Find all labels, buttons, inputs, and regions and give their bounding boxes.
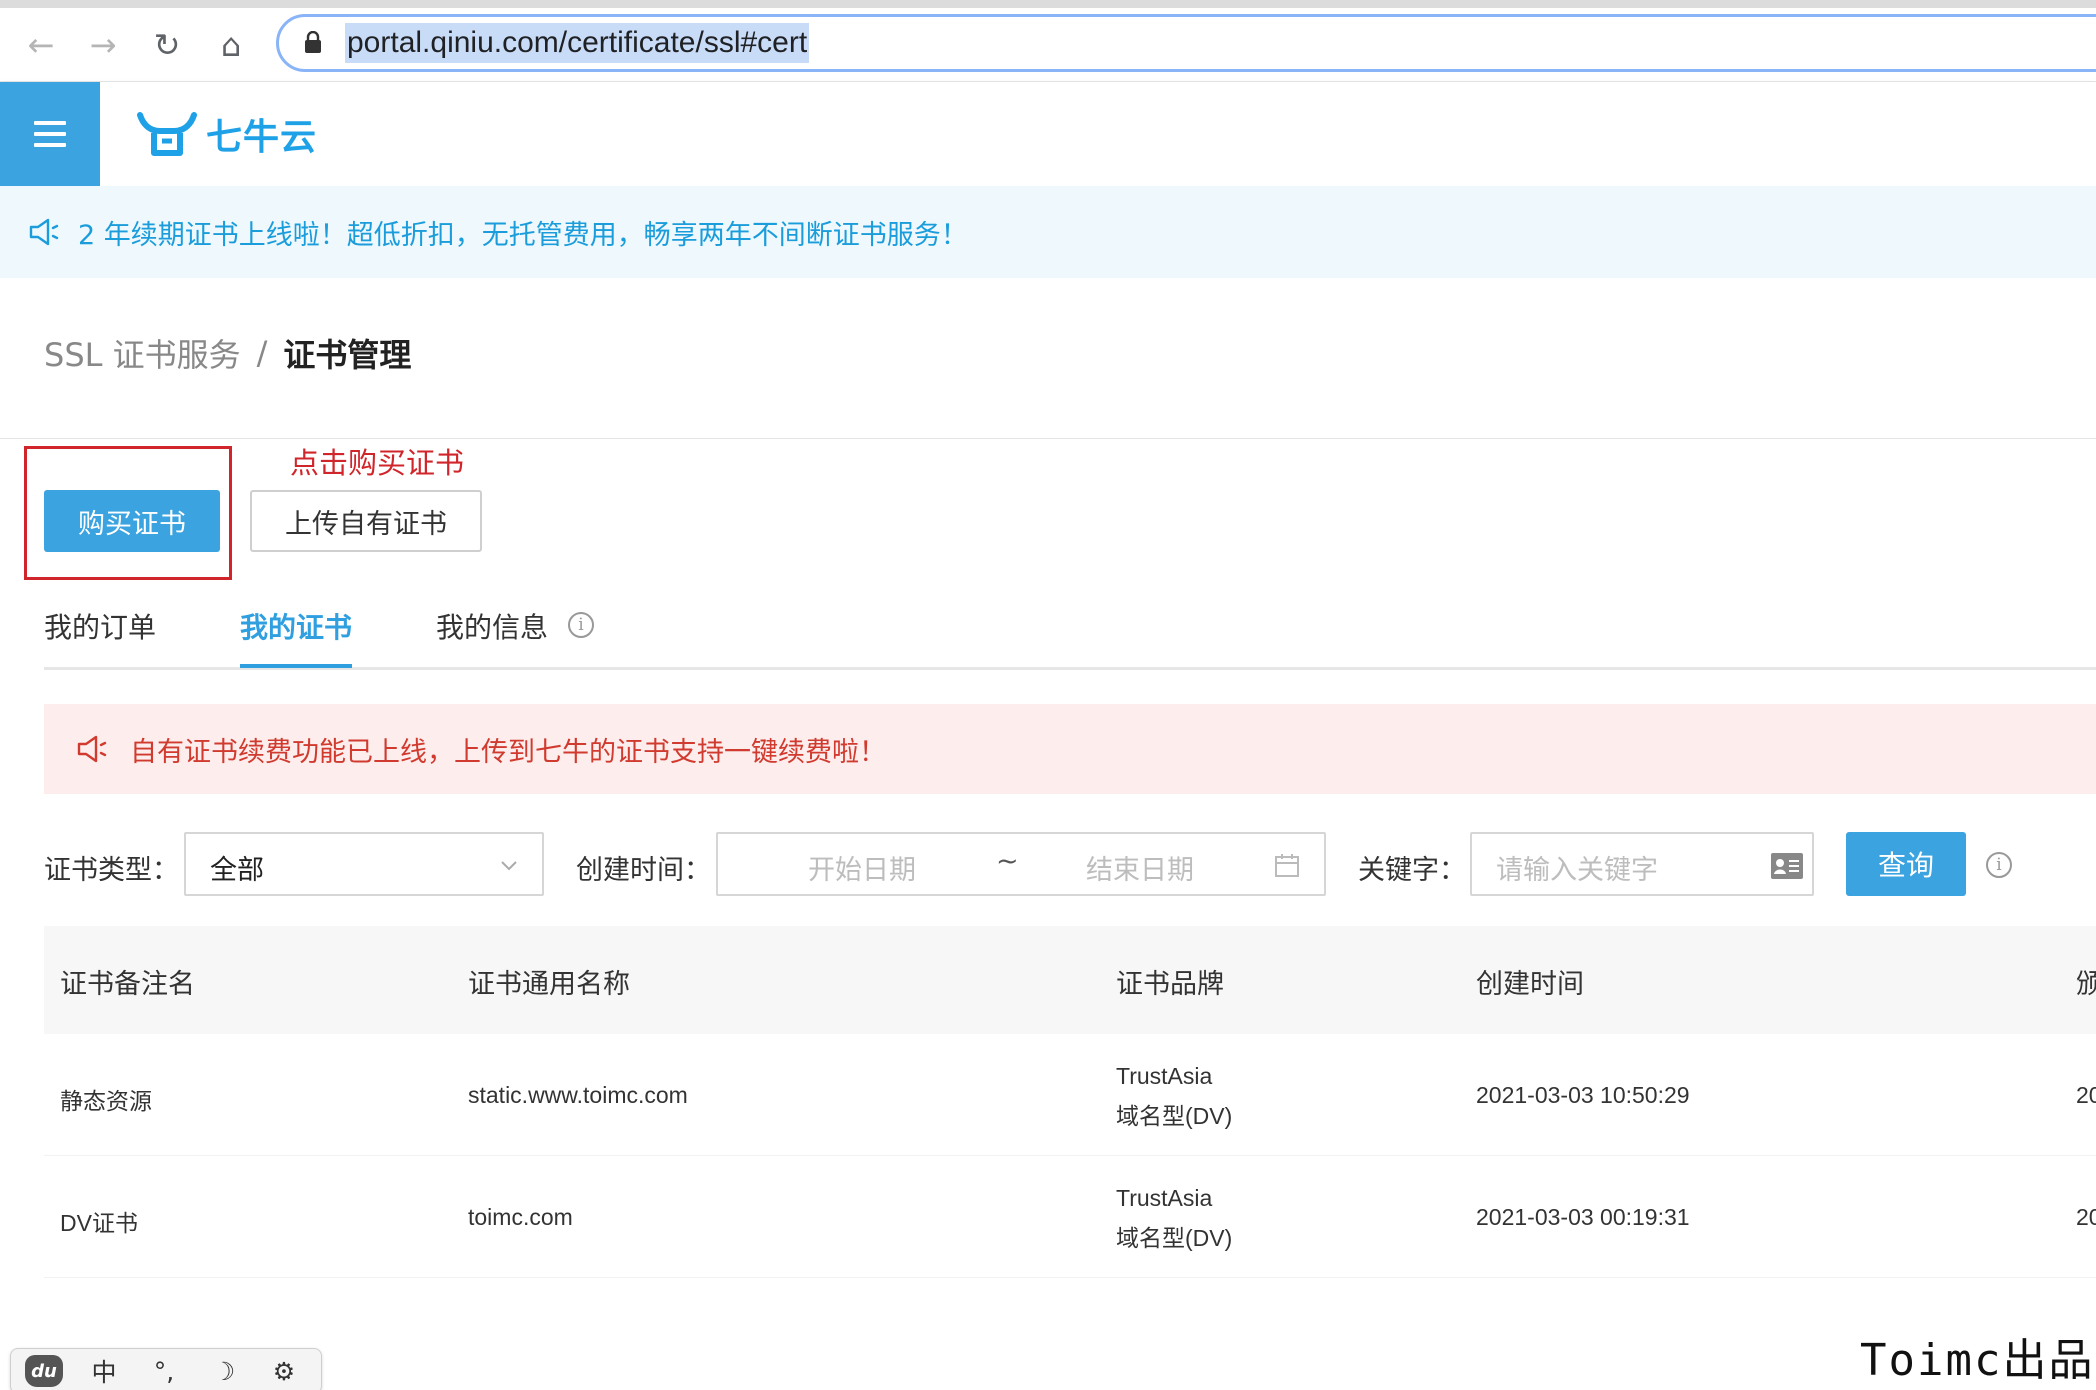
app-header: 七牛云: [0, 82, 2096, 186]
baidu-ime-logo-icon[interactable]: du: [25, 1355, 63, 1387]
select-value: 全部: [210, 855, 264, 886]
home-icon[interactable]: ⌂: [212, 26, 250, 64]
query-info-icon[interactable]: i: [1986, 852, 2012, 878]
buy-certificate-button[interactable]: 购买证书: [44, 490, 220, 552]
menu-line: [34, 132, 66, 136]
table-header: 证书备注名 证书通用名称 证书品牌 创建时间 颁: [44, 926, 2096, 1034]
cell-issued-time: 20: [2076, 1204, 2096, 1230]
column-header-issued: 颁: [2076, 969, 2096, 1000]
ime-chinese-mode-button[interactable]: 中: [85, 1353, 123, 1389]
breadcrumb: SSL 证书服务 / 证书管理: [44, 330, 411, 376]
upload-certificate-button[interactable]: 上传自有证书: [250, 490, 482, 552]
keyword-placeholder: 请输入关键字: [1496, 855, 1658, 886]
end-date-input[interactable]: 结束日期: [1086, 848, 1194, 887]
cell-brand-type: 域名型(DV): [1116, 1225, 1233, 1251]
back-icon[interactable]: ←: [22, 26, 60, 64]
logo-text: 七牛云: [206, 117, 318, 158]
menu-line: [34, 143, 66, 147]
alert-text: 自有证书续费功能已上线，上传到七牛的证书支持一键续费啦！: [130, 736, 886, 768]
column-header-created: 创建时间: [1476, 969, 1584, 1000]
column-header-common-name: 证书通用名称: [468, 969, 630, 1000]
table-row[interactable]: DV证书 toimc.com TrustAsia 域名型(DV) 2021-03…: [44, 1156, 2096, 1278]
breadcrumb-separator: /: [256, 334, 268, 372]
qiniu-logo[interactable]: 七牛云: [136, 106, 317, 162]
column-header-brand: 证书品牌: [1116, 969, 1224, 1000]
query-button[interactable]: 查询: [1846, 832, 1966, 896]
cell-issued-time: 20: [2076, 1082, 2096, 1108]
cell-brand: TrustAsia 域名型(DV): [1116, 1178, 1232, 1258]
ime-moon-icon[interactable]: ☽: [205, 1357, 243, 1386]
ime-gear-icon[interactable]: ⚙: [265, 1357, 303, 1386]
cell-brand-name: TrustAsia: [1116, 1063, 1213, 1089]
cell-brand: TrustAsia 域名型(DV): [1116, 1056, 1232, 1136]
type-filter-label: 证书类型：: [44, 855, 179, 886]
bull-logo-icon: [137, 112, 197, 156]
keyword-label: 关键字：: [1358, 855, 1466, 886]
speaker-icon: [29, 218, 59, 246]
breadcrumb-ssl-service[interactable]: SSL 证书服务: [44, 330, 241, 376]
id-card-icon: [1771, 853, 1803, 879]
announcement-bar: 2 年续期证书上线啦！超低折扣，无托管费用，畅享两年不间断证书服务！: [0, 186, 2096, 278]
date-range-separator: ~: [996, 846, 1019, 877]
column-header-remark: 证书备注名: [60, 969, 195, 1000]
keyword-input[interactable]: 请输入关键字: [1470, 832, 1814, 896]
chevron-down-icon: [501, 861, 517, 871]
watermark-text: Toimc出品: [1860, 1335, 2095, 1386]
cell-brand-name: TrustAsia: [1116, 1185, 1213, 1211]
tab-bar: 我的订单 我的证书 我的信息 i: [44, 598, 2096, 670]
forward-icon[interactable]: →: [84, 26, 122, 64]
ime-toolbar: du 中 °, ☽ ⚙: [10, 1348, 322, 1390]
cell-remark: DV证书: [60, 1210, 138, 1236]
table-row[interactable]: 静态资源 static.www.toimc.com TrustAsia 域名型(…: [44, 1034, 2096, 1156]
calendar-icon: [1275, 854, 1299, 877]
alert-banner: 自有证书续费功能已上线，上传到七牛的证书支持一键续费啦！: [44, 704, 2096, 794]
speaker-icon: [77, 735, 107, 763]
tab-my-certificates[interactable]: 我的证书: [240, 606, 352, 664]
lock-icon: [305, 31, 321, 53]
address-bar[interactable]: portal.qiniu.com/certificate/ssl#cert: [276, 14, 2096, 72]
browser-toolbar: ← → ↻ ⌂ portal.qiniu.com/certificate/ssl…: [0, 8, 2096, 82]
reload-icon[interactable]: ↻: [148, 26, 186, 64]
cell-brand-type: 域名型(DV): [1116, 1103, 1233, 1129]
annotation-text: 点击购买证书: [290, 446, 465, 480]
cell-created-time: 2021-03-03 10:50:29: [1476, 1082, 1690, 1108]
tab-my-orders[interactable]: 我的订单: [44, 606, 156, 664]
date-range-picker[interactable]: 开始日期 ~ 结束日期: [716, 832, 1326, 896]
page-title: 证书管理: [283, 336, 412, 374]
start-date-input[interactable]: 开始日期: [808, 848, 916, 887]
created-time-label: 创建时间：: [576, 855, 711, 886]
cell-common-name: toimc.com: [468, 1204, 573, 1230]
certificate-type-select[interactable]: 全部: [184, 832, 544, 896]
ime-punctuation-button[interactable]: °,: [145, 1357, 183, 1386]
cell-created-time: 2021-03-03 00:19:31: [1476, 1204, 1690, 1230]
menu-line: [34, 121, 66, 125]
cell-common-name: static.www.toimc.com: [468, 1082, 688, 1108]
hamburger-menu-button[interactable]: [0, 82, 100, 186]
active-tab-indicator: [240, 664, 352, 668]
window-top-strip: [0, 0, 2096, 8]
divider: [0, 438, 2096, 439]
info-icon[interactable]: i: [568, 612, 594, 638]
announcement-text[interactable]: 2 年续期证书上线啦！超低折扣，无托管费用，畅享两年不间断证书服务！: [78, 213, 968, 252]
cell-remark: 静态资源: [60, 1088, 152, 1114]
tab-my-info[interactable]: 我的信息: [436, 606, 548, 664]
url-text[interactable]: portal.qiniu.com/certificate/ssl#cert: [345, 23, 810, 63]
